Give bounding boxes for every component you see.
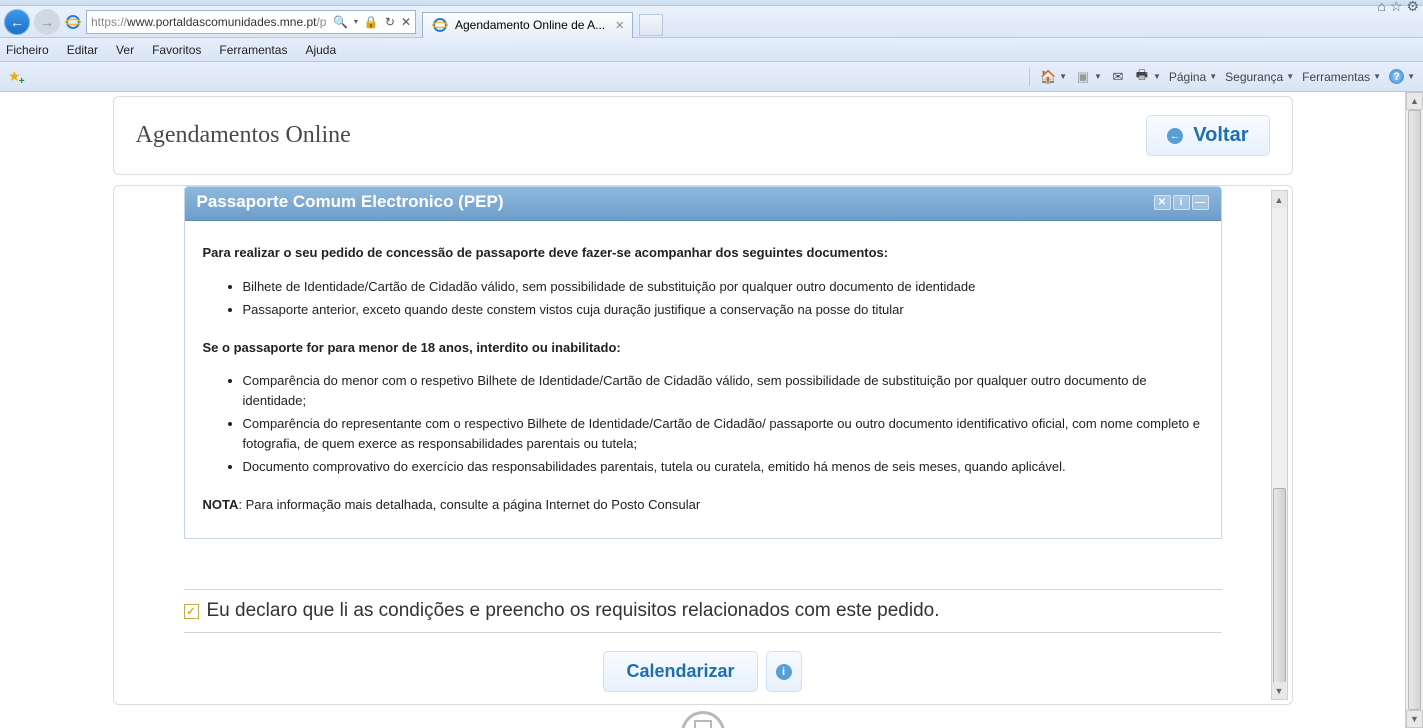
page-menu[interactable]: Página▼ (1169, 70, 1217, 84)
panel-title: Passaporte Comum Electronico (PEP) (197, 192, 504, 212)
intro-text: Para realizar o seu pedido de concessão … (203, 243, 1203, 263)
page-header-card: Agendamentos Online ← Voltar (113, 96, 1293, 175)
declaration-row: ✓ Eu declaro que li as condições e preen… (184, 589, 1222, 633)
declaration-checkbox[interactable]: ✓ (184, 604, 199, 619)
requirements-list-2: Comparência do menor com o respetivo Bil… (243, 371, 1203, 477)
info-icon: i (776, 664, 792, 680)
menu-ferramentas[interactable]: Ferramentas (219, 43, 287, 57)
menu-favoritos[interactable]: Favoritos (152, 43, 201, 57)
list-item: Documento comprovativo do exercício das … (243, 457, 1203, 477)
voltar-label: Voltar (1193, 124, 1248, 147)
browser-menu-bar: Ficheiro Editar Ver Favoritos Ferramenta… (0, 38, 1423, 62)
browser-tab-active[interactable]: Agendamento Online de A... ✕ (422, 12, 633, 38)
seal-icon (681, 711, 725, 728)
mail-button[interactable]: ✉ (1110, 69, 1126, 85)
panel-body: Para realizar o seu pedido de concessão … (185, 221, 1221, 538)
home-icon[interactable]: ⌂ (1377, 0, 1385, 15)
chevron-down-icon: ▼ (1407, 72, 1415, 81)
chevron-down-icon: ▼ (1094, 72, 1102, 81)
tab-favicon-icon (431, 16, 449, 34)
menu-ver[interactable]: Ver (116, 43, 134, 57)
list-item: Comparência do menor com o respetivo Bil… (243, 371, 1203, 410)
favorites-star-icon[interactable]: ☆ (1390, 0, 1403, 15)
inner-scrollbar[interactable]: ▲ ▼ (1271, 190, 1288, 700)
footer-seal (113, 711, 1293, 728)
menu-ficheiro[interactable]: Ficheiro (6, 43, 49, 57)
main-content-card: Passaporte Comum Electronico (PEP) ✕ i —… (113, 185, 1293, 705)
help-icon: ? (1389, 69, 1404, 84)
window-titlebar: ⌂ ☆ ⚙ (0, 0, 1423, 6)
action-row: Calendarizar i (184, 633, 1222, 705)
print-split-button[interactable]: 🖶▼ (1134, 69, 1161, 85)
rss-icon: ▣ (1075, 69, 1091, 85)
requirements-list-1: Bilhete de Identidade/Cartão de Cidadão … (243, 277, 1203, 320)
add-favorite-icon[interactable]: ★ (8, 68, 21, 85)
scroll-thumb[interactable] (1273, 488, 1286, 688)
scroll-up-icon[interactable]: ▲ (1272, 191, 1287, 208)
tools-gear-icon[interactable]: ⚙ (1406, 0, 1419, 15)
scroll-down-icon[interactable]: ▼ (1406, 710, 1423, 728)
chevron-down-icon: ▼ (1286, 72, 1294, 81)
home-split-button[interactable]: 🏠▼ (1040, 69, 1067, 85)
scroll-up-icon[interactable]: ▲ (1406, 92, 1423, 110)
new-tab-button[interactable] (639, 14, 663, 36)
panel-close-icon[interactable]: ✕ (1154, 195, 1171, 210)
chevron-down-icon: ▼ (1059, 72, 1067, 81)
lock-icon: 🔒 (364, 15, 379, 29)
calendar-info-button[interactable]: i (766, 651, 802, 692)
scroll-thumb[interactable] (1408, 110, 1421, 710)
separator (1029, 68, 1030, 86)
page-viewport: Agendamentos Online ← Voltar Passaporte … (0, 92, 1423, 728)
tools-menu[interactable]: Ferramentas▼ (1302, 70, 1381, 84)
chevron-down-icon: ▼ (1373, 72, 1381, 81)
tab-title: Agendamento Online de A... (455, 18, 605, 32)
browser-nav-row: ← → https://www.portaldascomunidades.mne… (0, 6, 1423, 38)
url-text: https://www.portaldascomunidades.mne.pt/… (91, 15, 327, 29)
voltar-button[interactable]: ← Voltar (1146, 115, 1269, 156)
back-arrow-icon: ← (1167, 128, 1183, 144)
back-button[interactable]: ← (4, 9, 30, 35)
refresh-icon[interactable]: ↻ (385, 15, 395, 29)
chevron-down-icon: ▼ (1209, 72, 1217, 81)
list-item: Comparência do representante com o respe… (243, 414, 1203, 453)
nota-label: NOTA (203, 497, 239, 512)
panel-info-icon[interactable]: i (1173, 195, 1190, 210)
mail-icon: ✉ (1110, 69, 1126, 85)
subheading: Se o passaporte for para menor de 18 ano… (203, 338, 1203, 358)
dropdown-icon[interactable]: ▾ (354, 17, 358, 26)
menu-ajuda[interactable]: Ajuda (305, 43, 336, 57)
tab-close-icon[interactable]: ✕ (615, 19, 624, 32)
nota-line: NOTA: Para informação mais detalhada, co… (203, 495, 1203, 515)
list-item: Passaporte anterior, exceto quando deste… (243, 300, 1203, 320)
list-item: Bilhete de Identidade/Cartão de Cidadão … (243, 277, 1203, 297)
ie-logo-icon (64, 13, 82, 31)
help-split-button[interactable]: ?▼ (1389, 69, 1415, 84)
page-title: Agendamentos Online (136, 122, 351, 149)
browser-command-bar: ★ 🏠▼ ▣▼ ✉ 🖶▼ Página▼ Segurança▼ Ferramen… (0, 62, 1423, 92)
address-bar[interactable]: https://www.portaldascomunidades.mne.pt/… (86, 10, 416, 34)
print-icon: 🖶 (1134, 69, 1150, 85)
menu-editar[interactable]: Editar (67, 43, 98, 57)
service-panel: Passaporte Comum Electronico (PEP) ✕ i —… (184, 186, 1222, 539)
security-menu[interactable]: Segurança▼ (1225, 70, 1294, 84)
chevron-down-icon: ▼ (1153, 72, 1161, 81)
feeds-split-button[interactable]: ▣▼ (1075, 69, 1102, 85)
forward-button[interactable]: → (34, 9, 60, 35)
home-icon: 🏠 (1040, 69, 1056, 85)
calendarizar-button[interactable]: Calendarizar (603, 651, 757, 692)
search-icon[interactable]: 🔍 (333, 15, 348, 29)
panel-collapse-icon[interactable]: — (1192, 195, 1209, 210)
scroll-down-icon[interactable]: ▼ (1272, 682, 1287, 699)
stop-icon[interactable]: ✕ (401, 15, 411, 29)
nota-text: : Para informação mais detalhada, consul… (238, 497, 700, 512)
page-scrollbar[interactable]: ▲ ▼ (1405, 92, 1423, 728)
declaration-text: Eu declaro que li as condições e preench… (207, 600, 940, 622)
panel-header: Passaporte Comum Electronico (PEP) ✕ i — (185, 187, 1221, 221)
